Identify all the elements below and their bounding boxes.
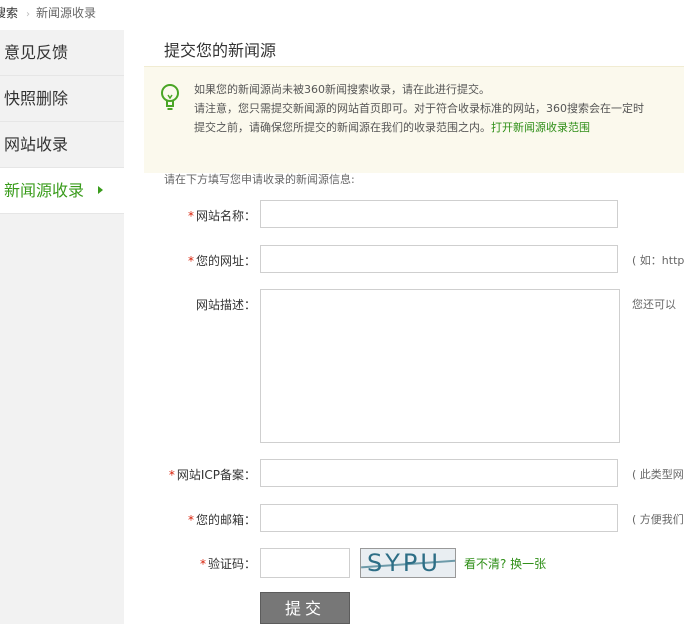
page-title: 提交您的新闻源	[164, 41, 277, 60]
sidebar-item-label: 网站收录	[4, 135, 69, 154]
sidebar-item-label: 新闻源收录	[4, 181, 85, 200]
breadcrumb-home-link[interactable]: 搜索	[0, 6, 18, 20]
site-name-label: * 网站名称：	[146, 207, 256, 224]
icp-label-text: 网站ICP备案：	[176, 468, 256, 482]
caret-right-icon	[98, 185, 104, 194]
captcha-label-text: 验证码：	[207, 557, 256, 571]
sidebar-item-news-source[interactable]: 新闻源收录	[0, 168, 124, 214]
email-hint: ( 方便我们	[632, 513, 684, 526]
captcha-refresh-link[interactable]: 看不清? 换一张	[464, 555, 546, 572]
captcha-image[interactable]: SYPU	[360, 548, 456, 578]
captcha-input[interactable]	[260, 548, 350, 578]
email-label: * 您的邮箱：	[146, 511, 256, 528]
notice-line-2: 请注意，您只需提交新闻源的网站首页即可。对于符合收录标准的网站，360搜索会在一…	[194, 102, 644, 115]
lightbulb-icon	[161, 84, 179, 110]
main-content: 提交您的新闻源 如果您的新闻源尚未被360新闻搜索收录，请在此进行提交。 请注意…	[124, 30, 684, 624]
required-mark: *	[199, 557, 206, 571]
breadcrumb-separator: ›	[26, 9, 31, 20]
breadcrumb: 搜索 › 新闻源收录	[0, 0, 684, 28]
required-mark: *	[168, 468, 175, 482]
notice-box: 如果您的新闻源尚未被360新闻搜索收录，请在此进行提交。 请注意，您只需提交新闻…	[144, 66, 684, 173]
url-hint: ( 如：http	[632, 254, 684, 267]
breadcrumb-current: 新闻源收录	[36, 6, 97, 20]
submit-button[interactable]: 提交	[260, 592, 350, 624]
sidebar: 意见反馈 快照删除 网站收录 新闻源收录	[0, 30, 124, 624]
icp-label: * 网站ICP备案：	[146, 466, 256, 483]
site-name-label-text: 网站名称：	[195, 209, 256, 223]
captcha-code: SYPU	[367, 549, 441, 577]
notice-line-3: 提交之前，请确保您所提交的新闻源在我们的收录范围之内。打开新闻源收录范围	[194, 118, 644, 137]
notice-line-3-text: 提交之前，请确保您所提交的新闻源在我们的收录范围之内。	[194, 121, 491, 134]
scope-link[interactable]: 打开新闻源收录范围	[491, 121, 590, 134]
site-name-input[interactable]	[260, 200, 618, 228]
notice-line-1: 如果您的新闻源尚未被360新闻搜索收录，请在此进行提交。	[194, 83, 490, 96]
sidebar-item-label: 意见反馈	[4, 43, 69, 62]
captcha-label: * 验证码：	[146, 555, 256, 572]
url-label: * 您的网址：	[146, 252, 256, 269]
required-mark: *	[187, 209, 194, 223]
desc-label: 网站描述：	[195, 298, 256, 312]
sidebar-item-site-submit[interactable]: 网站收录	[0, 122, 124, 168]
notice-text: 如果您的新闻源尚未被360新闻搜索收录，请在此进行提交。 请注意，您只需提交新闻…	[194, 80, 644, 137]
email-label-text: 您的邮箱：	[195, 513, 256, 527]
description-textarea[interactable]	[260, 289, 620, 443]
url-label-text: 您的网址：	[195, 254, 256, 268]
required-mark: *	[187, 513, 194, 527]
sidebar-item-label: 快照删除	[4, 89, 69, 108]
icp-input[interactable]	[260, 459, 618, 487]
email-input[interactable]	[260, 504, 618, 532]
url-input[interactable]	[260, 245, 618, 273]
sidebar-item-feedback[interactable]: 意见反馈	[0, 30, 124, 76]
sidebar-item-snapshot-delete[interactable]: 快照删除	[0, 76, 124, 122]
required-mark: *	[187, 254, 194, 268]
form-intro: 请在下方填写您申请收录的新闻源信息:	[164, 173, 355, 186]
icp-hint: ( 此类型网	[632, 468, 684, 481]
desc-hint: 您还可以	[632, 298, 676, 311]
